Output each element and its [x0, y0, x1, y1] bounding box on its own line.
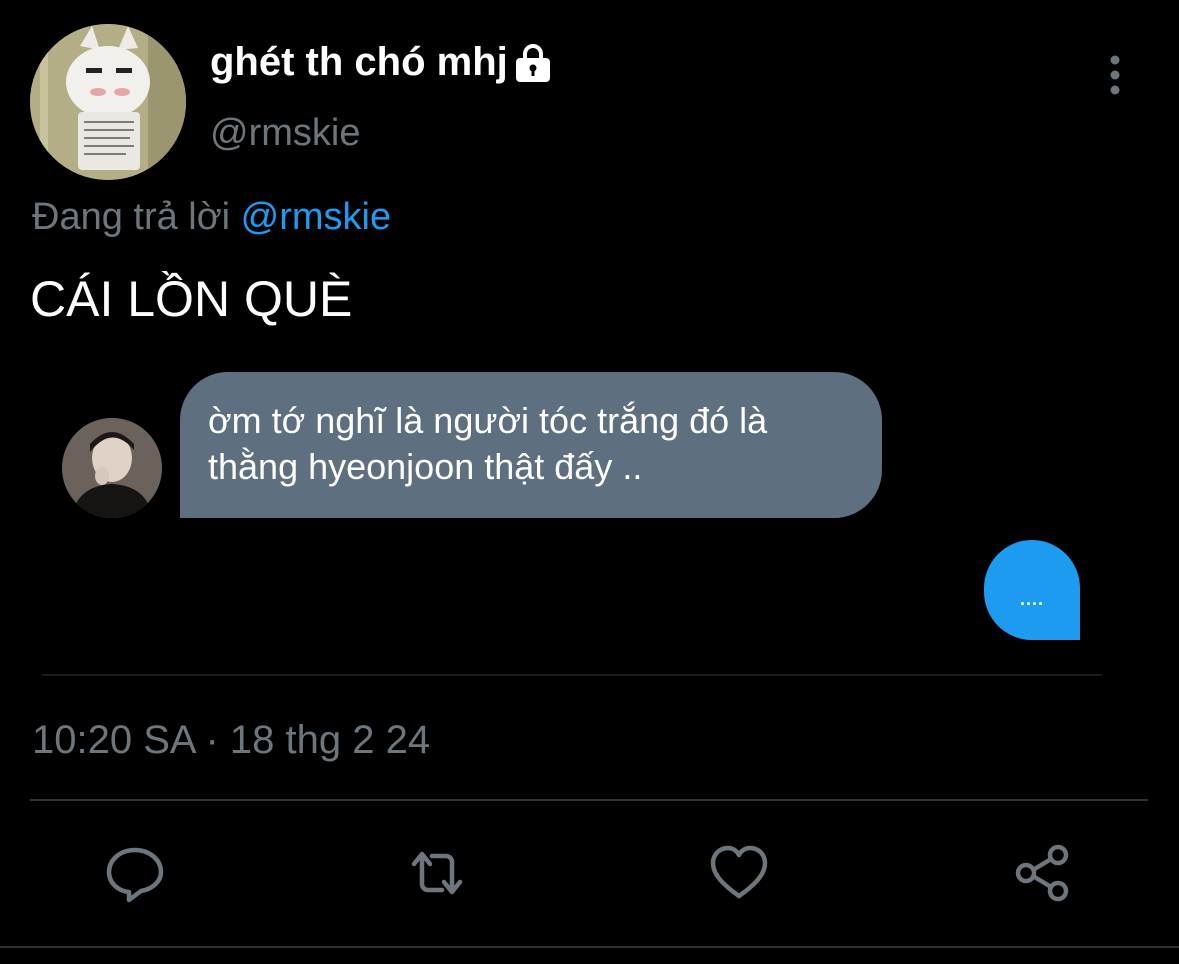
display-name[interactable]: ghét th chó mhj — [210, 40, 508, 85]
lock-icon — [512, 42, 554, 84]
profile-avatar[interactable] — [30, 24, 186, 180]
chat-avatar — [62, 418, 162, 518]
like-icon[interactable] — [708, 842, 770, 904]
tweet-text: CÁI LỒN QUÈ — [30, 271, 353, 327]
image-divider — [42, 674, 1102, 676]
reply-mention-link[interactable]: @rmskie — [241, 196, 391, 238]
bottom-divider — [0, 946, 1179, 948]
chat-bubble-received: ờm tớ nghĩ là người tóc trắng đó là thằn… — [180, 372, 882, 518]
reply-icon[interactable] — [104, 842, 166, 904]
chat-bubble-sent: .... — [984, 540, 1080, 640]
avatar-cat-figure — [30, 24, 186, 180]
more-options-icon[interactable] — [1098, 54, 1132, 96]
tweet-timestamp[interactable]: 10:20 SA · 18 thg 2 24 — [32, 718, 430, 763]
user-handle[interactable]: @rmskie — [210, 112, 360, 155]
retweet-icon[interactable] — [406, 842, 468, 904]
section-divider — [30, 799, 1148, 801]
reply-prefix: Đang trả lời — [32, 196, 241, 238]
share-icon[interactable] — [1012, 842, 1074, 904]
reply-context: Đang trả lời @rmskie — [32, 196, 391, 239]
